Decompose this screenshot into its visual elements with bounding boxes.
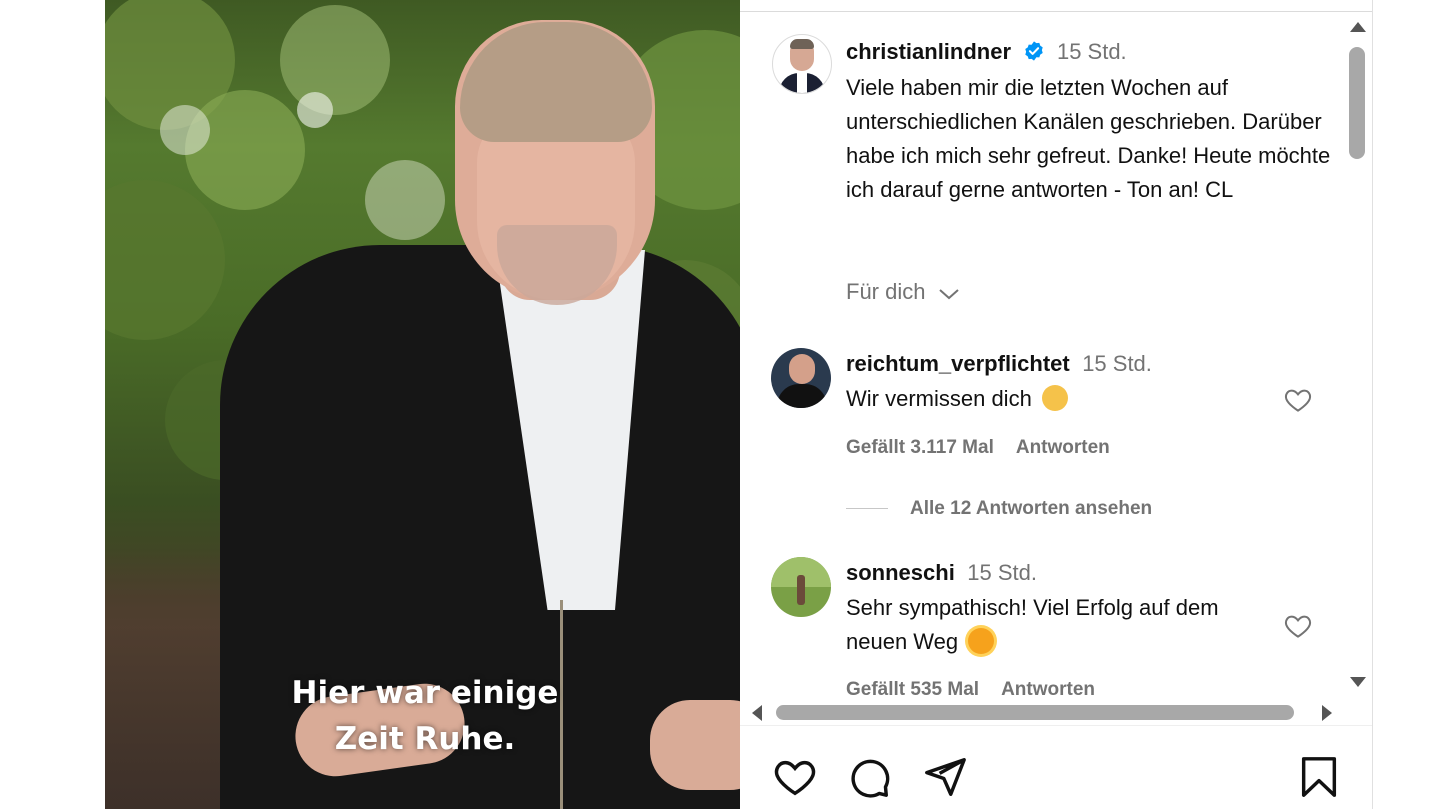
like-comment-heart-icon[interactable] [1283, 611, 1313, 641]
post-header: christianlindner 15 Std. [846, 39, 1127, 65]
comment-avatar[interactable] [771, 557, 831, 617]
horizontal-scroll-thumb[interactable] [776, 705, 1294, 720]
comments-scroll-area[interactable]: christianlindner 15 Std. Viele haben mir… [740, 12, 1350, 702]
replies-divider [846, 508, 888, 510]
post-caption: Viele haben mir die letzten Wochen auf u… [846, 75, 1331, 202]
comment-meta: Gefällt 3.117 Mal Antworten [846, 437, 1110, 459]
post-time: 15 Std. [1056, 39, 1127, 64]
for-you-dropdown[interactable]: Für dich [846, 279, 960, 305]
vertical-scrollbar[interactable] [1346, 12, 1368, 702]
bookmark-icon[interactable] [1296, 754, 1342, 800]
verified-badge-icon [1024, 41, 1043, 61]
reply-button[interactable]: Antworten [1001, 679, 1095, 700]
for-you-label: Für dich [846, 279, 926, 304]
scroll-down-arrow-icon[interactable] [1350, 677, 1366, 687]
caption-line-1: Hier war einige [291, 675, 559, 711]
comment-time: 15 Std. [967, 560, 1037, 585]
horizontal-scrollbar[interactable] [740, 700, 1346, 724]
share-icon[interactable] [922, 754, 968, 800]
comment-username[interactable]: sonneschi [846, 560, 955, 585]
comment-text: Sehr sympathisch! Viel Erfolg auf dem ne… [846, 591, 1266, 659]
reply-button[interactable]: Antworten [1016, 437, 1110, 458]
video-caption: Hier war einige Zeit Ruhe. [245, 670, 605, 762]
post-video[interactable]: Hier war einige Zeit Ruhe. [105, 0, 740, 809]
like-comment-heart-icon[interactable] [1283, 385, 1313, 415]
person-hand-right [650, 700, 740, 790]
comment-likes[interactable]: Gefällt 535 Mal [846, 679, 979, 700]
comment-text: Wir vermissen dich [846, 382, 1266, 416]
author-username[interactable]: christianlindner [846, 39, 1011, 64]
comment-header: sonneschi 15 Std. [846, 560, 1037, 586]
view-replies-button[interactable]: Alle 12 Antworten ansehen [846, 498, 1152, 520]
comment-time: 15 Std. [1082, 351, 1152, 376]
caption-line-2: Zeit Ruhe. [334, 721, 516, 757]
comment-text-content: Wir vermissen dich [846, 386, 1032, 411]
vertical-scroll-thumb[interactable] [1349, 47, 1365, 159]
comment-username[interactable]: reichtum_verpflichtet [846, 351, 1070, 376]
sad-face-emoji-icon [1041, 385, 1068, 411]
comment-icon[interactable] [846, 754, 892, 800]
heart-icon[interactable] [772, 754, 818, 800]
action-bar-divider [740, 725, 1372, 726]
scroll-left-arrow-icon[interactable] [752, 705, 762, 721]
scroll-right-arrow-icon[interactable] [1322, 705, 1332, 721]
comment-header: reichtum_verpflichtet 15 Std. [846, 351, 1152, 377]
comment-likes[interactable]: Gefällt 3.117 Mal [846, 437, 994, 458]
scroll-up-arrow-icon[interactable] [1350, 22, 1366, 32]
post-detail-panel: christianlindner 15 Std. Viele haben mir… [740, 0, 1373, 809]
comment-text-content: Sehr sympathisch! Viel Erfolg auf dem ne… [846, 595, 1219, 654]
chevron-down-icon [938, 289, 959, 300]
sun-emoji-icon [968, 628, 995, 654]
comment-meta: Gefällt 535 Mal Antworten [846, 679, 1095, 701]
view-replies-label: Alle 12 Antworten ansehen [910, 498, 1153, 519]
author-avatar[interactable] [772, 34, 832, 94]
comment-avatar[interactable] [771, 348, 831, 408]
